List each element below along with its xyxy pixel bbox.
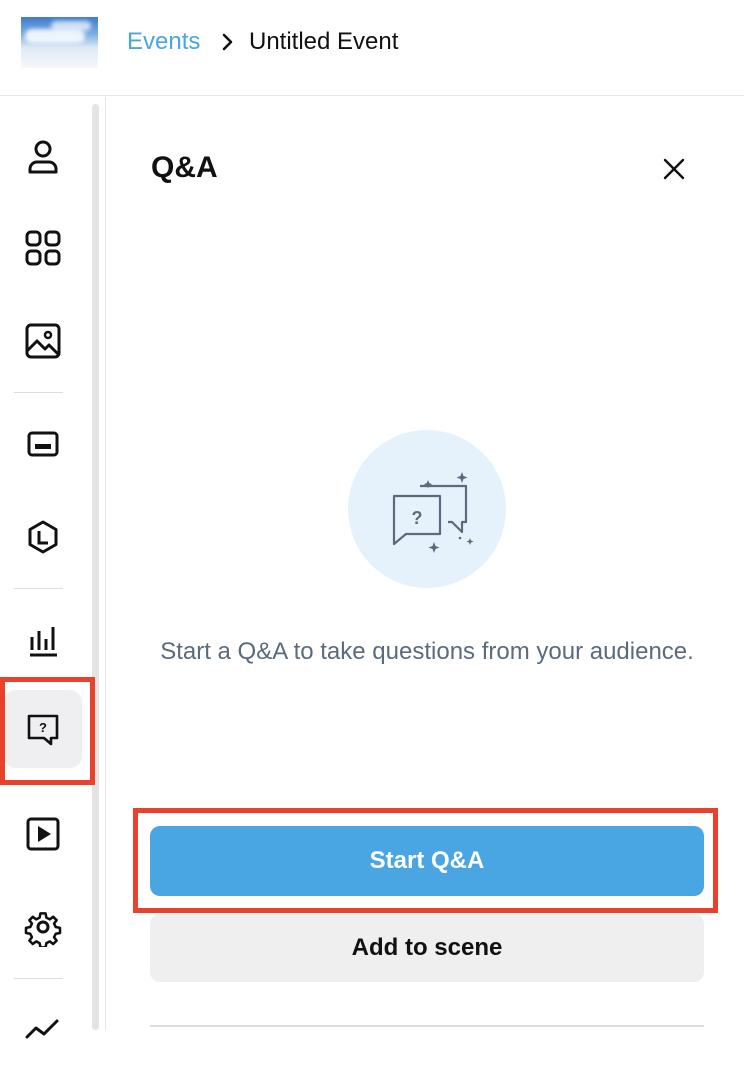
image-icon <box>25 323 61 359</box>
play-icon <box>26 817 60 851</box>
sidebar-item-media[interactable] <box>4 302 82 380</box>
chat-question-icon: ? <box>392 472 474 553</box>
logo-badge-icon <box>28 520 58 554</box>
person-icon <box>28 140 58 174</box>
event-thumbnail[interactable] <box>21 17 98 68</box>
svg-text:?: ? <box>412 508 423 528</box>
sidebar-item-brand[interactable] <box>4 498 82 576</box>
empty-state-message: Start a Q&A to take questions from your … <box>160 638 694 665</box>
close-icon <box>663 158 685 180</box>
qa-empty-illustration: ? <box>348 430 506 588</box>
sidebar-divider <box>14 588 63 589</box>
banner-icon <box>27 431 59 457</box>
close-button[interactable] <box>658 153 690 185</box>
sidebar-item-polls[interactable] <box>4 600 82 678</box>
sidebar-item-settings[interactable] <box>4 888 82 966</box>
sidebar-item-banners[interactable] <box>4 405 82 483</box>
grid-icon <box>25 230 61 266</box>
sidebar-item-qa[interactable]: ? <box>4 690 82 768</box>
analytics-icon <box>25 1019 59 1039</box>
add-to-scene-button[interactable]: Add to scene <box>150 914 704 982</box>
panel-title: Q&A <box>151 151 218 184</box>
sidebar-scrollbar[interactable] <box>92 104 99 1030</box>
start-qa-button[interactable]: Start Q&A <box>150 826 704 896</box>
svg-text:?: ? <box>39 720 47 735</box>
chevron-right-icon <box>222 33 233 51</box>
sidebar-item-people[interactable] <box>4 117 82 195</box>
gear-icon <box>24 912 62 947</box>
breadcrumb-current: Untitled Event <box>249 28 399 55</box>
poll-icon <box>30 627 57 657</box>
sidebar-item-analytics[interactable] <box>4 990 82 1068</box>
qa-icon: ? <box>27 714 59 746</box>
sidebar-divider <box>14 978 63 979</box>
panel-divider <box>150 1025 704 1027</box>
top-bar: Events Untitled Event <box>0 0 744 96</box>
breadcrumb-events-link[interactable]: Events <box>127 28 200 56</box>
sidebar-item-videos[interactable] <box>4 795 82 873</box>
sidebar-divider <box>14 392 63 393</box>
sidebar-item-layouts[interactable] <box>4 209 82 287</box>
